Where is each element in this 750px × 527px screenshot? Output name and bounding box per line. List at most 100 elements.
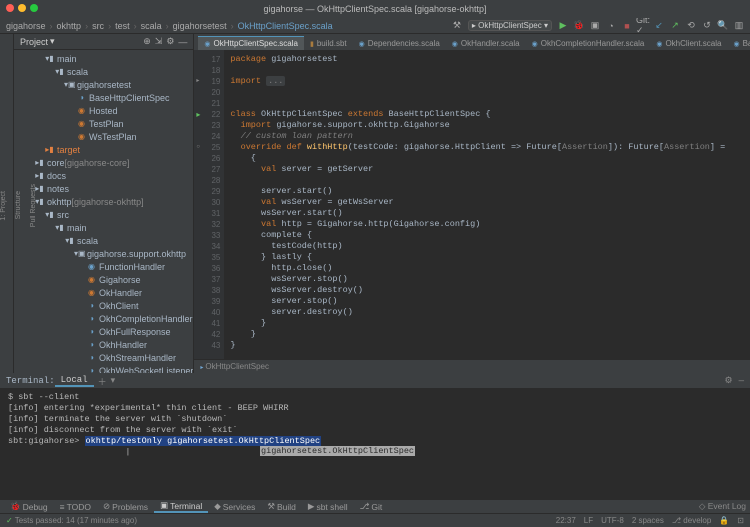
tab-build[interactable]: ⚒ Build bbox=[261, 501, 302, 512]
select-opened-file-icon[interactable]: ⊕ bbox=[143, 36, 151, 47]
tree-class[interactable]: ◑OkhCompletionHandler bbox=[14, 312, 193, 325]
file-encoding[interactable]: UTF-8 bbox=[601, 516, 624, 525]
tree-folder[interactable]: ▾▮main bbox=[14, 221, 193, 234]
tree-class[interactable]: ◑OkhStreamHandler bbox=[14, 351, 193, 364]
tree-folder[interactable]: ▸▮docs bbox=[14, 169, 193, 182]
build-icon[interactable]: ⚒ bbox=[452, 21, 462, 31]
code-area[interactable]: package gigahorsetest import ... class O… bbox=[224, 50, 750, 359]
tab-debug[interactable]: 🐞 Debug bbox=[4, 501, 54, 512]
hide-icon[interactable]: — bbox=[739, 376, 744, 386]
editor-breadcrumb-bar[interactable]: OkHttpClientSpec bbox=[194, 359, 750, 373]
tree-class[interactable]: ◑OkhHandler bbox=[14, 338, 193, 351]
tab-sbt-shell[interactable]: ▶ sbt shell bbox=[302, 501, 354, 512]
editor-gutter[interactable]: 1718 1920 2122 2324 2526 2728 2930 3132 … bbox=[194, 50, 224, 359]
editor-tab[interactable]: ◉OkhCompletionHandler.scala bbox=[526, 36, 651, 50]
window-controls[interactable] bbox=[6, 4, 38, 12]
git-menu-icon[interactable]: Git: ✓ bbox=[638, 21, 648, 31]
status-bar: Tests passed: 14 (17 minutes ago) 22:37 … bbox=[0, 513, 750, 527]
search-icon[interactable]: 🔍 bbox=[718, 21, 728, 31]
tree-class[interactable]: ◑OkhClient bbox=[14, 299, 193, 312]
tree-class[interactable]: ◉Gigahorse bbox=[14, 273, 193, 286]
breadcrumb-item[interactable]: scala bbox=[141, 21, 162, 31]
tab-git[interactable]: ⎇ Git bbox=[354, 501, 389, 512]
tree-class[interactable]: ◉FunctionHandler bbox=[14, 260, 193, 273]
line-separator[interactable]: LF bbox=[584, 516, 593, 525]
breadcrumb-item[interactable]: okhttp bbox=[57, 21, 82, 31]
tree-class[interactable]: ◉WsTestPlan bbox=[14, 130, 193, 143]
terminal-command: okhttp/testOnly gigahorsetest.OkHttpClie… bbox=[85, 436, 322, 446]
terminal-dropdown-icon[interactable]: ▾ bbox=[111, 376, 116, 386]
terminal-body[interactable]: $ sbt --client [info] entering *experime… bbox=[0, 388, 750, 499]
vcs-update-icon[interactable]: ↙ bbox=[654, 21, 664, 31]
editor-tabs: ◉OkHttpClientSpec.scala ▮build.sbt ◉Depe… bbox=[194, 34, 750, 50]
event-log-button[interactable]: ◇ Event Log bbox=[699, 501, 746, 512]
close-icon[interactable] bbox=[6, 4, 14, 12]
window-title-bar: gigahorse — OkHttpClientSpec.scala [giga… bbox=[0, 0, 750, 18]
debug-icon[interactable]: 🐞 bbox=[574, 21, 584, 31]
coverage-icon[interactable]: ▣ bbox=[590, 21, 600, 31]
editor-tab[interactable]: ◉BaseHttpClientSpec.scala bbox=[727, 36, 750, 50]
breadcrumb-item[interactable]: gigahorse bbox=[6, 21, 46, 31]
collapse-all-icon[interactable]: ⇲ bbox=[155, 36, 163, 47]
breadcrumb-item[interactable]: src bbox=[92, 21, 104, 31]
tree-class[interactable]: ◑OkhFullResponse bbox=[14, 325, 193, 338]
tree-module[interactable]: ▸▮core [gigahorse-core] bbox=[14, 156, 193, 169]
editor-tab[interactable]: ◉Dependencies.scala bbox=[353, 36, 446, 50]
tree-folder[interactable]: ▾▮scala bbox=[14, 65, 193, 78]
editor-body[interactable]: 1718 1920 2122 2324 2526 2728 2930 3132 … bbox=[194, 50, 750, 359]
run-icon[interactable]: ▶ bbox=[558, 21, 568, 31]
tree-class[interactable]: ◑OkhWebSocketListener bbox=[14, 364, 193, 373]
minimize-icon[interactable] bbox=[18, 4, 26, 12]
vcs-revert-icon[interactable]: ↺ bbox=[702, 21, 712, 31]
editor-tab-active[interactable]: ◉OkHttpClientSpec.scala bbox=[198, 36, 304, 50]
tree-class[interactable]: ◉TestPlan bbox=[14, 117, 193, 130]
git-branch[interactable]: ⎇ develop bbox=[672, 516, 711, 525]
stop-icon[interactable]: ■ bbox=[622, 21, 632, 31]
editor-tab[interactable]: ◉OkHandler.scala bbox=[446, 36, 526, 50]
tab-problems[interactable]: ⊘ Problems bbox=[97, 501, 154, 512]
editor-tab[interactable]: ◉OkhClient.scala bbox=[650, 36, 727, 50]
project-tool-button[interactable]: 1: Project bbox=[0, 191, 7, 221]
vcs-history-icon[interactable]: ⟲ bbox=[686, 21, 696, 31]
tree-folder[interactable]: ▾▮src bbox=[14, 208, 193, 221]
tests-status[interactable]: Tests passed: 14 (17 minutes ago) bbox=[6, 516, 137, 525]
project-title[interactable]: Project bbox=[20, 37, 48, 47]
new-terminal-icon[interactable]: ＋ bbox=[98, 375, 107, 388]
project-tree[interactable]: ▾▮main ▾▮scala ▾▣gigahorsetest ◑BaseHttp… bbox=[14, 50, 193, 373]
tree-folder[interactable]: ▸▮notes bbox=[14, 182, 193, 195]
vcs-commit-icon[interactable]: ↗ bbox=[670, 21, 680, 31]
hide-icon[interactable]: — bbox=[178, 37, 187, 47]
tree-class[interactable]: ◉Hosted bbox=[14, 104, 193, 117]
run-config-name: OkHttpClientSpec bbox=[478, 21, 542, 30]
structure-tool-button[interactable]: Structure bbox=[15, 191, 22, 219]
breadcrumb-item[interactable]: test bbox=[115, 21, 130, 31]
tree-folder-target[interactable]: ▸▮target bbox=[14, 143, 193, 156]
tab-todo[interactable]: ≡ TODO bbox=[54, 502, 97, 512]
gear-icon[interactable]: ⚙ bbox=[166, 36, 174, 47]
settings-icon[interactable]: ⚙ bbox=[725, 376, 733, 386]
terminal-tab[interactable]: Local bbox=[55, 375, 94, 387]
tree-folder[interactable]: ▾▮scala bbox=[14, 234, 193, 247]
terminal-selection: gigahorsetest.OkHttpClientSpec bbox=[260, 446, 415, 457]
breadcrumb-item[interactable]: gigahorsetest bbox=[173, 21, 227, 31]
memory-indicator[interactable]: ⊡ bbox=[737, 516, 744, 525]
breadcrumb-file[interactable]: OkHttpClientSpec.scala bbox=[238, 21, 333, 31]
profile-icon[interactable]: ◔ bbox=[606, 21, 616, 31]
editor-tab[interactable]: ▮build.sbt bbox=[304, 36, 353, 50]
tree-package[interactable]: ▾▣gigahorsetest bbox=[14, 78, 193, 91]
tree-folder[interactable]: ▾▮main bbox=[14, 52, 193, 65]
maximize-icon[interactable] bbox=[30, 4, 38, 12]
caret-position[interactable]: 22:37 bbox=[556, 516, 576, 525]
indent-setting[interactable]: 2 spaces bbox=[632, 516, 664, 525]
lock-icon[interactable]: 🔒 bbox=[719, 516, 729, 525]
tree-package[interactable]: ▾▣gigahorse.support.okhttp bbox=[14, 247, 193, 260]
tree-class[interactable]: ◑BaseHttpClientSpec bbox=[14, 91, 193, 104]
settings-icon[interactable]: ▥ bbox=[734, 21, 744, 31]
tab-terminal[interactable]: ▣ Terminal bbox=[154, 500, 208, 513]
tree-class[interactable]: ◉OkHandler bbox=[14, 286, 193, 299]
run-config-selector[interactable]: ▸ OkHttpClientSpec ▾ bbox=[468, 20, 552, 31]
pull-requests-tool-button[interactable]: Pull Requests bbox=[30, 184, 37, 227]
terminal-header: Terminal: Local ＋ ▾ ⚙ — bbox=[0, 374, 750, 388]
tree-module[interactable]: ▾▮okhttp [gigahorse-okhttp] bbox=[14, 195, 193, 208]
tab-services[interactable]: ◆ Services bbox=[208, 501, 261, 512]
